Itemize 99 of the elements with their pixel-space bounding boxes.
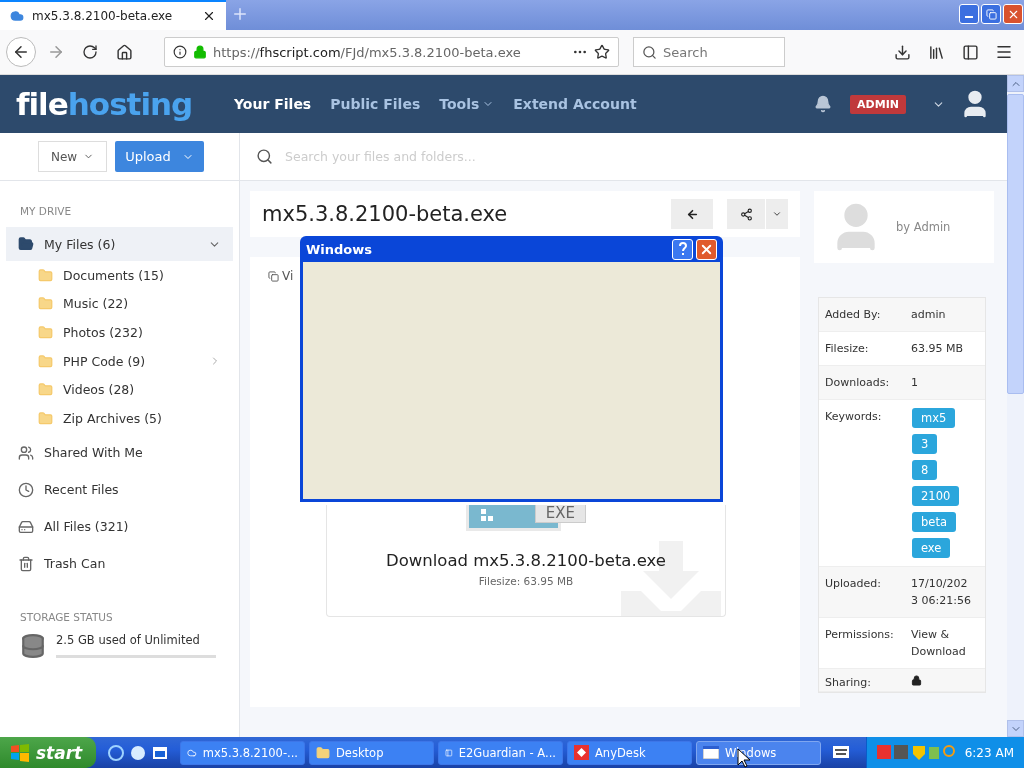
detail-label: Filesize:	[824, 341, 870, 357]
browser-icon[interactable]	[108, 744, 124, 761]
detail-label: Sharing:	[824, 675, 872, 691]
lock-icon	[193, 45, 207, 59]
detail-value: 17/10/2023 06:21:56	[910, 576, 972, 609]
file-title: mx5.3.8.2100-beta.exe	[262, 202, 509, 226]
question-icon	[677, 242, 688, 256]
sidebar-item[interactable]: Trash Can	[6, 546, 233, 581]
sidebar-item[interactable]: My Files (6)	[6, 227, 233, 261]
logo[interactable]: filehosting	[16, 86, 234, 122]
search-icon	[642, 44, 657, 60]
help-button[interactable]	[672, 238, 693, 260]
library-icon[interactable]	[927, 43, 945, 61]
back-icon[interactable]	[12, 43, 30, 61]
detail-value: admin	[910, 307, 947, 323]
start-button[interactable]: start	[0, 737, 96, 768]
users-icon	[18, 444, 34, 461]
cloud-icon	[10, 9, 24, 23]
folder-item[interactable]: Photos (232)	[6, 318, 233, 347]
app-icon[interactable]	[130, 744, 146, 761]
section-title: STORAGE STATUS	[19, 610, 114, 623]
folder-item[interactable]: PHP Code (9)	[6, 346, 233, 376]
drive-icon	[18, 518, 34, 535]
storage-text: 2.5 GB used of Unlimited	[56, 633, 201, 648]
uploader-name: by Admin	[896, 220, 951, 234]
role-badge: ADMIN	[850, 94, 906, 114]
folder-icon	[38, 296, 53, 312]
tab-title: mx5.3.8.2100-beta.exe	[32, 9, 174, 23]
tray-icons-drawing[interactable]	[876, 744, 955, 761]
detail-label: Keywords:	[824, 409, 883, 425]
file-size: Filesize: 63.95 MB	[478, 575, 574, 587]
nav-link[interactable]: Public Files	[330, 96, 421, 112]
forward-icon[interactable]	[47, 43, 65, 61]
sidebar-icon[interactable]	[961, 43, 979, 61]
arrow-left-icon	[685, 207, 699, 221]
folder-icon	[38, 382, 53, 398]
lock-icon	[911, 675, 922, 686]
folder-icon	[18, 236, 34, 252]
new-button[interactable]: New	[38, 141, 108, 172]
browser-tab[interactable]: mx5.3.8.2100-beta.exe	[0, 0, 226, 30]
search-icon	[256, 148, 273, 165]
folder-item[interactable]: Music (22)	[6, 289, 233, 319]
close-button[interactable]	[1003, 4, 1023, 24]
download-icon[interactable]	[893, 43, 911, 61]
trash-icon	[18, 555, 34, 572]
folder-icon	[38, 353, 53, 369]
view-tab[interactable]: Vi	[268, 269, 308, 283]
minimize-button[interactable]	[959, 4, 979, 24]
address-bar[interactable]: https://fhscript.com/FJd/mx5.3.8.2100-beta.exe	[164, 37, 619, 67]
copy-icon	[268, 270, 279, 282]
detail-label: Uploaded:	[824, 576, 882, 592]
detail-label: Downloads:	[824, 375, 891, 391]
close-button[interactable]	[696, 238, 717, 260]
dialog-title: Windows	[306, 241, 374, 257]
share-button[interactable]	[727, 199, 765, 229]
detail-label: Permissions:	[824, 627, 895, 643]
share-icon	[739, 207, 753, 221]
taskbar-button[interactable]: AnyDesk	[567, 740, 692, 765]
detail-label: Added By:	[824, 307, 882, 323]
taskbar-button[interactable]: E2Guardian - A...	[438, 740, 563, 765]
detail-value: View & Download	[910, 627, 967, 660]
folder-icon	[316, 745, 330, 760]
detail-value: 63.95 MB	[910, 341, 965, 357]
window-icon	[703, 746, 719, 759]
anydesk-icon	[574, 745, 589, 760]
database-icon	[20, 632, 46, 659]
folder-item[interactable]: Videos (28)	[6, 375, 233, 404]
keyboard-icon[interactable]	[833, 746, 850, 758]
sidebar-item[interactable]: Recent Files	[6, 472, 233, 507]
sidebar-item[interactable]: All Files (321)	[6, 509, 233, 544]
nav-link[interactable]: Extend Account	[513, 96, 637, 112]
clock: 6:23 AM	[964, 745, 1014, 760]
reload-icon[interactable]	[82, 44, 98, 60]
search-field[interactable]: Search	[633, 37, 785, 67]
detail-value: 1	[910, 375, 919, 391]
windows-logo	[10, 743, 30, 762]
restore-button[interactable]	[981, 4, 1001, 24]
taskbar-button[interactable]: Desktop	[309, 740, 434, 765]
star-icon[interactable]	[594, 44, 610, 60]
bell-icon[interactable]	[814, 95, 833, 113]
upload-button[interactable]: Upload	[115, 141, 205, 172]
download-title: Download mx5.3.8.2100-beta.exe	[386, 551, 666, 570]
folder-icon	[38, 410, 53, 426]
info-icon	[173, 45, 187, 59]
section-title: MY DRIVE	[19, 205, 73, 217]
nav-link[interactable]: Your Files	[234, 96, 312, 112]
sidebar-item[interactable]: Shared With Me	[6, 435, 233, 470]
clock-icon	[18, 481, 34, 498]
folder-icon	[38, 325, 53, 340]
folder-item[interactable]: Documents (15)	[6, 261, 233, 290]
folder-item[interactable]: Zip Archives (5)	[6, 403, 233, 433]
home-icon[interactable]	[115, 43, 133, 61]
nav-link[interactable]: Tools	[439, 96, 495, 112]
close-icon[interactable]	[202, 9, 216, 23]
window-icon[interactable]	[152, 744, 168, 761]
restore-icon	[985, 8, 997, 20]
folder-icon	[38, 267, 53, 283]
taskbar-button[interactable]: mx5.3.8.2100-...	[180, 740, 305, 765]
menu-icon[interactable]	[995, 43, 1013, 61]
